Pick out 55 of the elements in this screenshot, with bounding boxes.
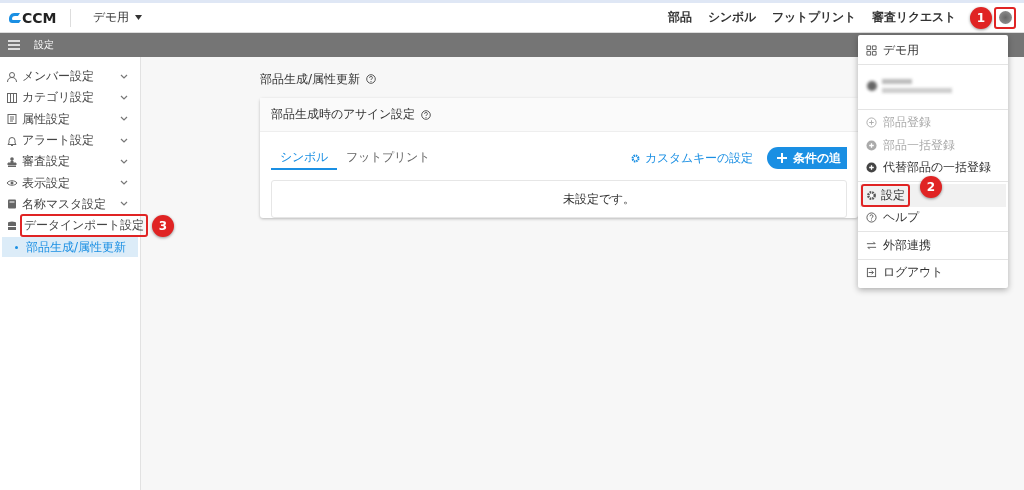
menu-item[interactable]: デモ用 xyxy=(860,39,1006,62)
nav-link[interactable]: 部品 xyxy=(668,9,692,26)
menu-item[interactable]: 外部連携 xyxy=(860,234,1006,257)
chevron-down-icon xyxy=(120,201,128,208)
chevron-down-icon xyxy=(120,73,128,80)
logout-icon xyxy=(866,267,877,279)
person-icon xyxy=(6,70,18,83)
menu-icon[interactable] xyxy=(8,40,20,50)
tab[interactable]: フットプリント xyxy=(337,146,439,170)
logo-text: CCM xyxy=(22,9,57,26)
tab[interactable]: シンボル xyxy=(271,146,337,170)
sidebar-item[interactable]: メンバー設定 xyxy=(22,68,116,86)
plus-icon xyxy=(777,153,787,163)
database-icon xyxy=(6,219,18,232)
callout-badge: 1 xyxy=(970,6,992,29)
settings-title: 設定 xyxy=(34,38,54,52)
bell-icon xyxy=(6,134,18,147)
sidebar-item[interactable]: 属性設定 xyxy=(22,110,116,128)
caret-icon xyxy=(135,15,143,20)
chevron-down-icon xyxy=(120,137,128,144)
logo-icon xyxy=(8,10,22,25)
add-circle-icon xyxy=(866,117,877,129)
chevron-down-icon xyxy=(120,94,128,101)
sidebar-item[interactable]: カテゴリ設定 xyxy=(22,89,116,107)
menu-item[interactable]: ログアウト xyxy=(860,261,1006,284)
sidebar-item[interactable]: アラート設定 xyxy=(22,132,116,150)
workspace-dropdown[interactable]: デモ用 xyxy=(93,9,143,26)
help-icon xyxy=(866,212,877,224)
callout-badge: 2 xyxy=(920,176,942,198)
grid-icon xyxy=(6,91,18,104)
add-circle-icon xyxy=(866,139,877,151)
add-circle-icon xyxy=(866,162,877,174)
sidebar-item[interactable]: 審査設定 xyxy=(22,153,116,171)
sidebar-item[interactable]: データインポート設定 xyxy=(20,214,148,238)
avatar-button[interactable] xyxy=(994,6,1016,29)
document-icon xyxy=(6,113,18,126)
swap-arrows-icon xyxy=(866,239,877,251)
chevron-down-icon xyxy=(120,116,128,123)
menu-item[interactable]: 代替部品の一括登録 xyxy=(860,156,1006,179)
nav-link[interactable]: 審査リクエスト xyxy=(872,9,956,26)
stamp-icon xyxy=(6,155,18,168)
chevron-down-icon xyxy=(120,158,128,165)
menu-item[interactable]: ヘルプ xyxy=(860,206,1006,229)
page-title: 部品生成/属性更新 xyxy=(260,70,361,88)
sidebar-item[interactable]: 表示設定 xyxy=(22,174,116,192)
grid-icon xyxy=(866,44,877,56)
custom-key-link[interactable]: カスタムキーの設定 xyxy=(645,149,753,167)
chevron-down-icon xyxy=(120,180,128,187)
help-icon[interactable] xyxy=(421,109,431,120)
empty-message: 未設定です。 xyxy=(563,190,635,208)
sidebar-item[interactable]: 名称マスタ設定 xyxy=(22,195,116,213)
nav-link[interactable]: シンボル xyxy=(708,9,756,26)
nav-link[interactable]: フットプリント xyxy=(772,9,856,26)
card-title: 部品生成時のアサイン設定 xyxy=(271,106,415,123)
help-icon[interactable] xyxy=(366,74,377,84)
